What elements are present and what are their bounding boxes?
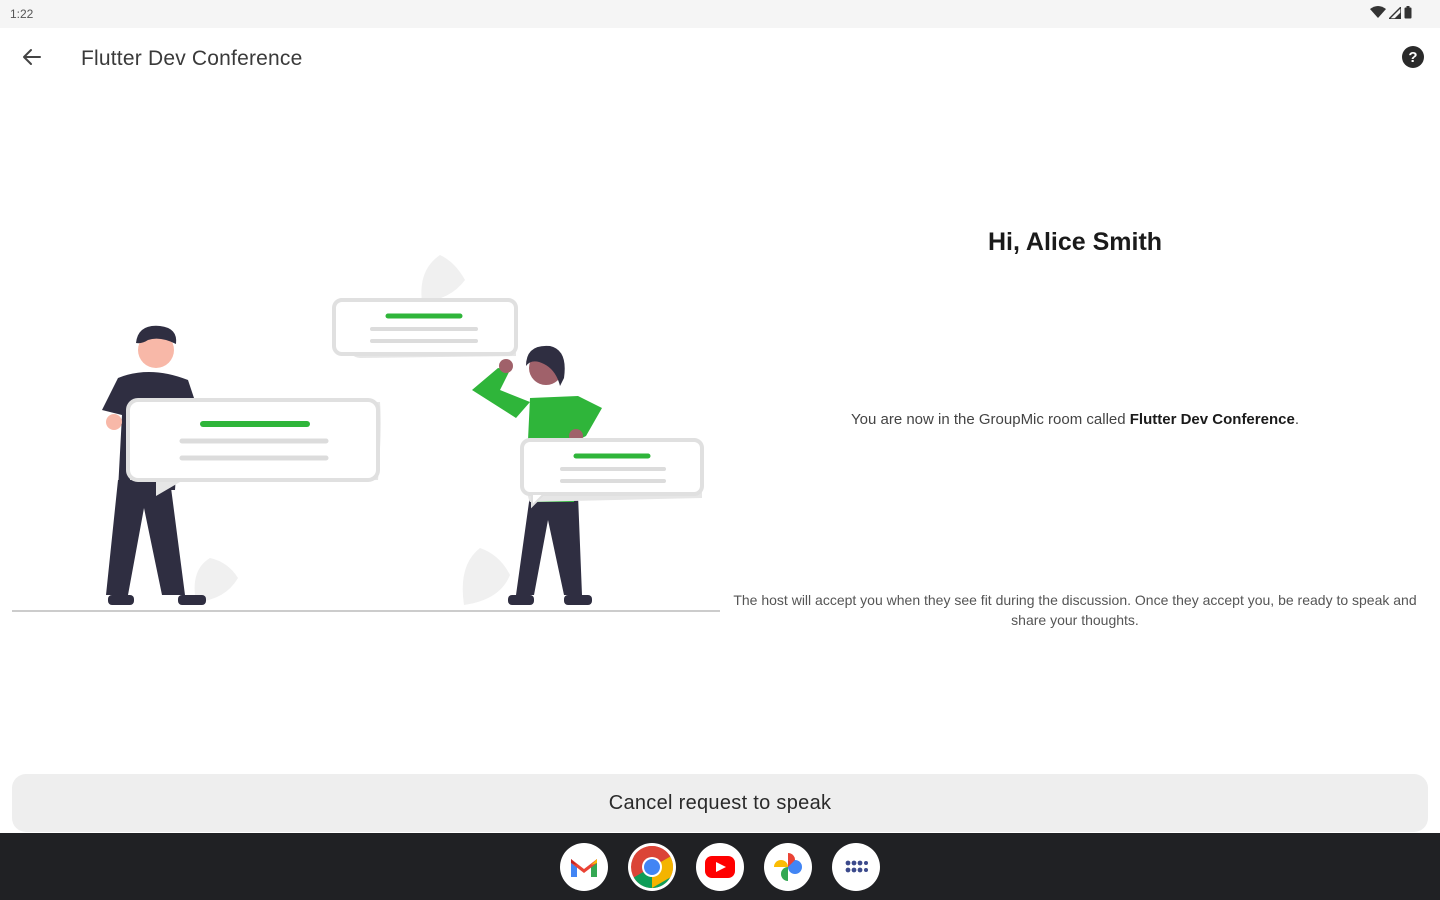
cellular-signal-icon: [1387, 5, 1402, 24]
wifi-icon: [1370, 6, 1386, 24]
chrome-icon[interactable]: [628, 843, 676, 891]
back-button[interactable]: [14, 43, 50, 75]
room-name: Flutter Dev Conference: [1129, 411, 1295, 428]
photos-icon[interactable]: [764, 843, 812, 891]
chat-bubble-large: [126, 398, 381, 496]
taskbar: [0, 833, 1440, 900]
svg-text:?: ?: [1408, 49, 1417, 66]
help-icon: ?: [1401, 45, 1425, 74]
status-time: 1:22: [10, 7, 34, 21]
app-bar: Flutter Dev Conference ?: [0, 28, 1440, 90]
chat-bubble-top: [332, 298, 518, 358]
greeting-heading: Hi, Alice Smith: [987, 228, 1163, 256]
status-icons: [1370, 5, 1412, 24]
host-info-text: The host will accept you when they see f…: [733, 592, 1417, 628]
cancel-request-button[interactable]: Cancel request to speak: [12, 774, 1428, 832]
youtube-icon[interactable]: [696, 843, 744, 891]
room-info-prefix: You are now in the GroupMic room called: [851, 411, 1130, 428]
battery-icon: [1404, 6, 1412, 24]
app-launcher-icon[interactable]: [832, 843, 880, 891]
gmail-icon[interactable]: [560, 843, 608, 891]
room-info-suffix: .: [1294, 411, 1299, 428]
conversation-illustration: [10, 240, 722, 620]
app-dock: [560, 843, 880, 891]
help-button[interactable]: ?: [1400, 45, 1426, 74]
room-info-text: You are now in the GroupMic room called …: [730, 411, 1420, 428]
arrow-back-icon: [21, 46, 43, 73]
status-bar: 1:22: [0, 0, 1440, 28]
page-title: Flutter Dev Conference: [81, 47, 303, 70]
chat-bubble-right: [520, 438, 704, 509]
